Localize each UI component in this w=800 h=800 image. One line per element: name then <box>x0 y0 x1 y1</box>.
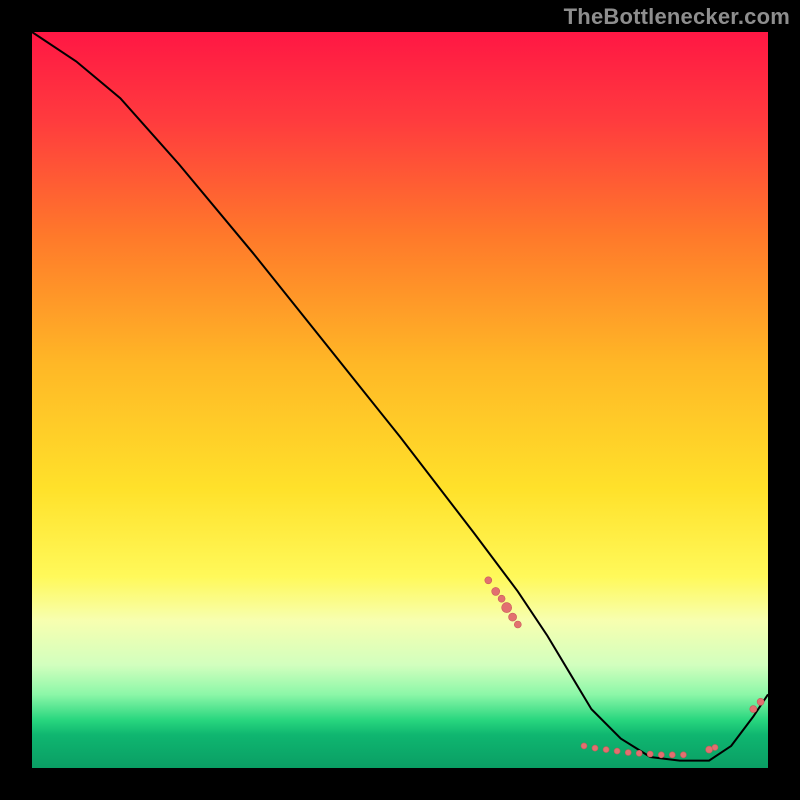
data-marker <box>485 577 492 584</box>
data-marker <box>592 745 598 751</box>
data-marker <box>492 587 500 595</box>
attribution-text: TheBottlenecker.com <box>564 4 790 30</box>
plot-area <box>32 32 768 768</box>
data-marker <box>680 752 686 758</box>
data-marker <box>658 752 664 758</box>
data-marker <box>712 744 718 750</box>
data-marker <box>514 621 521 628</box>
data-marker <box>581 743 587 749</box>
data-marker <box>757 698 764 705</box>
data-marker <box>509 613 517 621</box>
data-marker <box>706 746 713 753</box>
chart-frame: TheBottlenecker.com <box>0 0 800 800</box>
data-marker <box>647 751 653 757</box>
data-marker <box>603 747 609 753</box>
data-marker <box>636 750 642 756</box>
data-marker <box>498 595 505 602</box>
chart-svg <box>32 32 768 768</box>
data-marker <box>669 752 675 758</box>
data-marker <box>614 748 620 754</box>
data-marker <box>750 706 757 713</box>
data-marker <box>502 603 512 613</box>
gradient-background <box>32 32 768 768</box>
data-marker <box>625 750 631 756</box>
